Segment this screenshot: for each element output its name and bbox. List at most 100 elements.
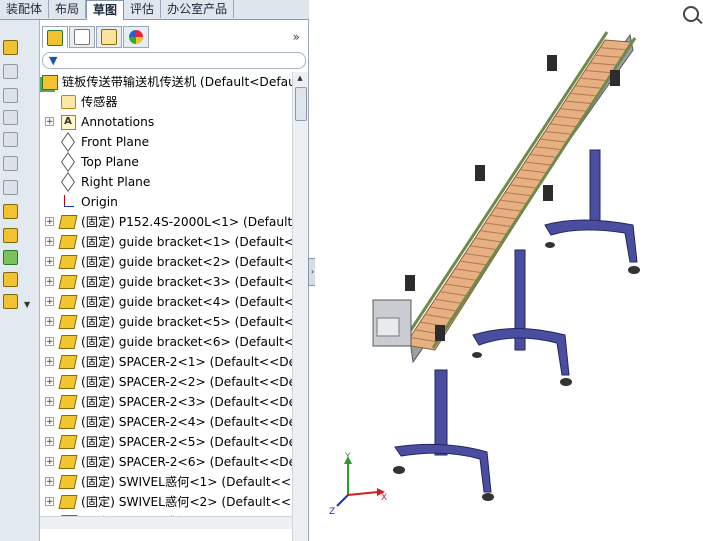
tree-item-label: (固定) guide bracket<6> (Default<<I <box>81 335 292 349</box>
display-manager-icon <box>129 30 143 44</box>
tree-item[interactable]: + (固定) SPACER-2<4> (Default<<Defa <box>40 412 292 432</box>
expand-toggle-icon[interactable]: + <box>45 457 54 467</box>
tree-vertical-scrollbar[interactable]: ▲ <box>292 72 308 541</box>
expand-toggle-icon[interactable]: + <box>45 277 54 287</box>
tab-configuration-manager[interactable] <box>96 26 122 48</box>
expand-toggle-icon[interactable]: + <box>45 437 54 447</box>
part-icon <box>58 454 78 470</box>
tree-horizontal-scrollbar[interactable] <box>40 516 292 529</box>
quick-snaps-icon[interactable] <box>0 270 20 288</box>
tree-item[interactable]: + (固定) guide bracket<4> (Default<<I <box>40 292 292 312</box>
tree-item[interactable]: + (固定) P152.4S-2000L<1> (Default<< <box>40 212 292 232</box>
part-icon <box>58 494 78 510</box>
part-icon <box>58 394 78 410</box>
expand-panel-icon[interactable]: » <box>293 30 300 44</box>
plane-icon <box>60 132 76 152</box>
expand-toggle-icon[interactable]: + <box>45 117 54 127</box>
tree-item[interactable]: Right Plane <box>40 172 292 192</box>
expand-toggle-icon[interactable]: + <box>45 257 54 267</box>
tree-root-label: 链板传送带输送机传送机 (Default<Defaul <box>62 75 292 89</box>
expand-toggle-icon[interactable]: + <box>45 397 54 407</box>
smart-dimension-icon[interactable] <box>0 202 20 220</box>
repair-sketch-icon[interactable] <box>0 248 20 266</box>
tree-item[interactable]: Front Plane <box>40 132 292 152</box>
expand-toggle-icon[interactable]: + <box>45 337 54 347</box>
tree-root-assembly[interactable]: 链板传送带输送机传送机 (Default<Defaul <box>40 72 292 92</box>
tab-feature-manager[interactable] <box>42 26 68 48</box>
plane-icon <box>60 152 76 172</box>
tree-item-label: (固定) guide bracket<2> (Default<<I <box>81 255 292 269</box>
tree-item[interactable]: + (固定) guide bracket<5> (Default<<I <box>40 312 292 332</box>
scroll-up-icon[interactable]: ▲ <box>295 74 305 84</box>
triad-x-axis <box>347 491 379 496</box>
tree-item[interactable]: + (固定) guide bracket<1> (Default<<I <box>40 232 292 252</box>
tree-item[interactable]: + (固定) guide bracket<2> (Default<<I <box>40 252 292 272</box>
triad-x-label: X <box>381 493 387 503</box>
trim-tool-icon[interactable] <box>0 108 20 126</box>
ribbon-tab[interactable]: 布局 <box>49 0 87 18</box>
expand-toggle-icon[interactable]: + <box>45 217 54 227</box>
filter-icon: ▼ <box>49 54 58 67</box>
tree-item-label: (固定) SPACER-2<5> (Default<<Defa <box>81 435 292 449</box>
tree-item[interactable]: Origin <box>40 192 292 212</box>
ribbon-tab[interactable]: 草图 <box>86 0 125 20</box>
tab-property-manager[interactable] <box>69 26 95 48</box>
tree-item[interactable]: + (固定) SPACER-2<6> (Default<<Defa <box>40 452 292 472</box>
expand-toggle-icon[interactable]: + <box>45 317 54 327</box>
manager-tabs: » <box>40 26 308 50</box>
offset-tool-icon[interactable] <box>0 130 20 148</box>
tree-item[interactable]: 传感器 <box>40 92 292 112</box>
tree-item[interactable]: + (固定) guide bracket<6> (Default<<I <box>40 332 292 352</box>
tree-item[interactable]: + (固定) SWIVEL惑何<1> (Default<<De <box>40 472 292 492</box>
tree-item-label: (固定) guide bracket<1> (Default<<I <box>81 235 292 249</box>
tree-item-label: (固定) SWIVEL惑何<1> (Default<<De <box>81 475 292 489</box>
annotations-icon: A <box>60 114 76 130</box>
tree-item[interactable]: + (固定) SWIVEL惑何<2> (Default<<De <box>40 492 292 512</box>
expand-toggle-icon[interactable]: + <box>45 417 54 427</box>
tree-item-label: (固定) SPACER-2<2> (Default<<Defa <box>81 375 292 389</box>
part-icon <box>58 294 78 310</box>
sensor-icon <box>60 94 76 110</box>
ribbon-tab[interactable]: 装配体 <box>0 0 50 18</box>
expand-toggle-icon[interactable]: + <box>45 297 54 307</box>
tree-filter-input[interactable]: ▼ <box>42 52 306 69</box>
tree-item[interactable]: + (固定) SPACER-2<2> (Default<<Defa <box>40 372 292 392</box>
tab-display-manager[interactable] <box>123 26 149 48</box>
tree-item[interactable]: + (固定) SPACER-2<5> (Default<<Defa <box>40 432 292 452</box>
tree-item[interactable]: Top Plane <box>40 152 292 172</box>
expand-toggle-icon[interactable]: + <box>45 497 54 507</box>
mirror-tool-icon[interactable] <box>0 154 20 172</box>
rectangle-tool-icon[interactable] <box>0 86 20 104</box>
tree-item[interactable]: + (固定) SPACER-2<3> (Default<<Defa <box>40 392 292 412</box>
tree-item-label: (固定) guide bracket<4> (Default<<I <box>81 295 292 309</box>
rapid-sketch-icon[interactable] <box>0 292 20 310</box>
part-icon <box>58 234 78 250</box>
chevron-down-icon[interactable]: ▼ <box>24 300 30 309</box>
feature-manager-icon <box>47 29 63 46</box>
part-icon <box>58 354 78 370</box>
ribbon-tab[interactable]: 办公室产品 <box>161 0 235 18</box>
expand-toggle-icon[interactable]: + <box>45 237 54 247</box>
arc-tool-icon[interactable] <box>0 178 20 196</box>
orientation-triad: Y X Z <box>329 452 387 517</box>
tree-item-label: (固定) SWIVEL惑何<2> (Default<<De <box>81 495 292 509</box>
scroll-thumb[interactable] <box>295 87 307 121</box>
expand-toggle-icon[interactable]: + <box>45 477 54 487</box>
expand-toggle-icon[interactable]: + <box>45 377 54 387</box>
tree-item-label: (固定) SPACER-2<6> (Default<<Defa <box>81 455 292 469</box>
sketch-tool-icon[interactable] <box>0 38 20 56</box>
relations-icon[interactable] <box>0 226 20 244</box>
vertical-toolbar: ▼ <box>0 20 40 541</box>
ribbon-tab[interactable]: 评估 <box>124 0 162 18</box>
property-manager-icon <box>74 29 90 45</box>
graphics-area[interactable]: Y X Z <box>315 0 703 541</box>
tree-item-label: (固定) SPACER-2<3> (Default<<Defa <box>81 395 292 409</box>
tree-item-label: Annotations <box>81 115 155 129</box>
expand-toggle-icon[interactable]: + <box>45 357 54 367</box>
tree-item-label: Origin <box>81 195 118 209</box>
tree-item-label: (固定) guide bracket<5> (Default<<I <box>81 315 292 329</box>
tree-item[interactable]: + (固定) guide bracket<3> (Default<<I <box>40 272 292 292</box>
tree-item[interactable]: + (固定) SPACER-2<1> (Default<<Defa <box>40 352 292 372</box>
tree-item[interactable]: + A Annotations <box>40 112 292 132</box>
line-tool-icon[interactable] <box>0 62 20 80</box>
